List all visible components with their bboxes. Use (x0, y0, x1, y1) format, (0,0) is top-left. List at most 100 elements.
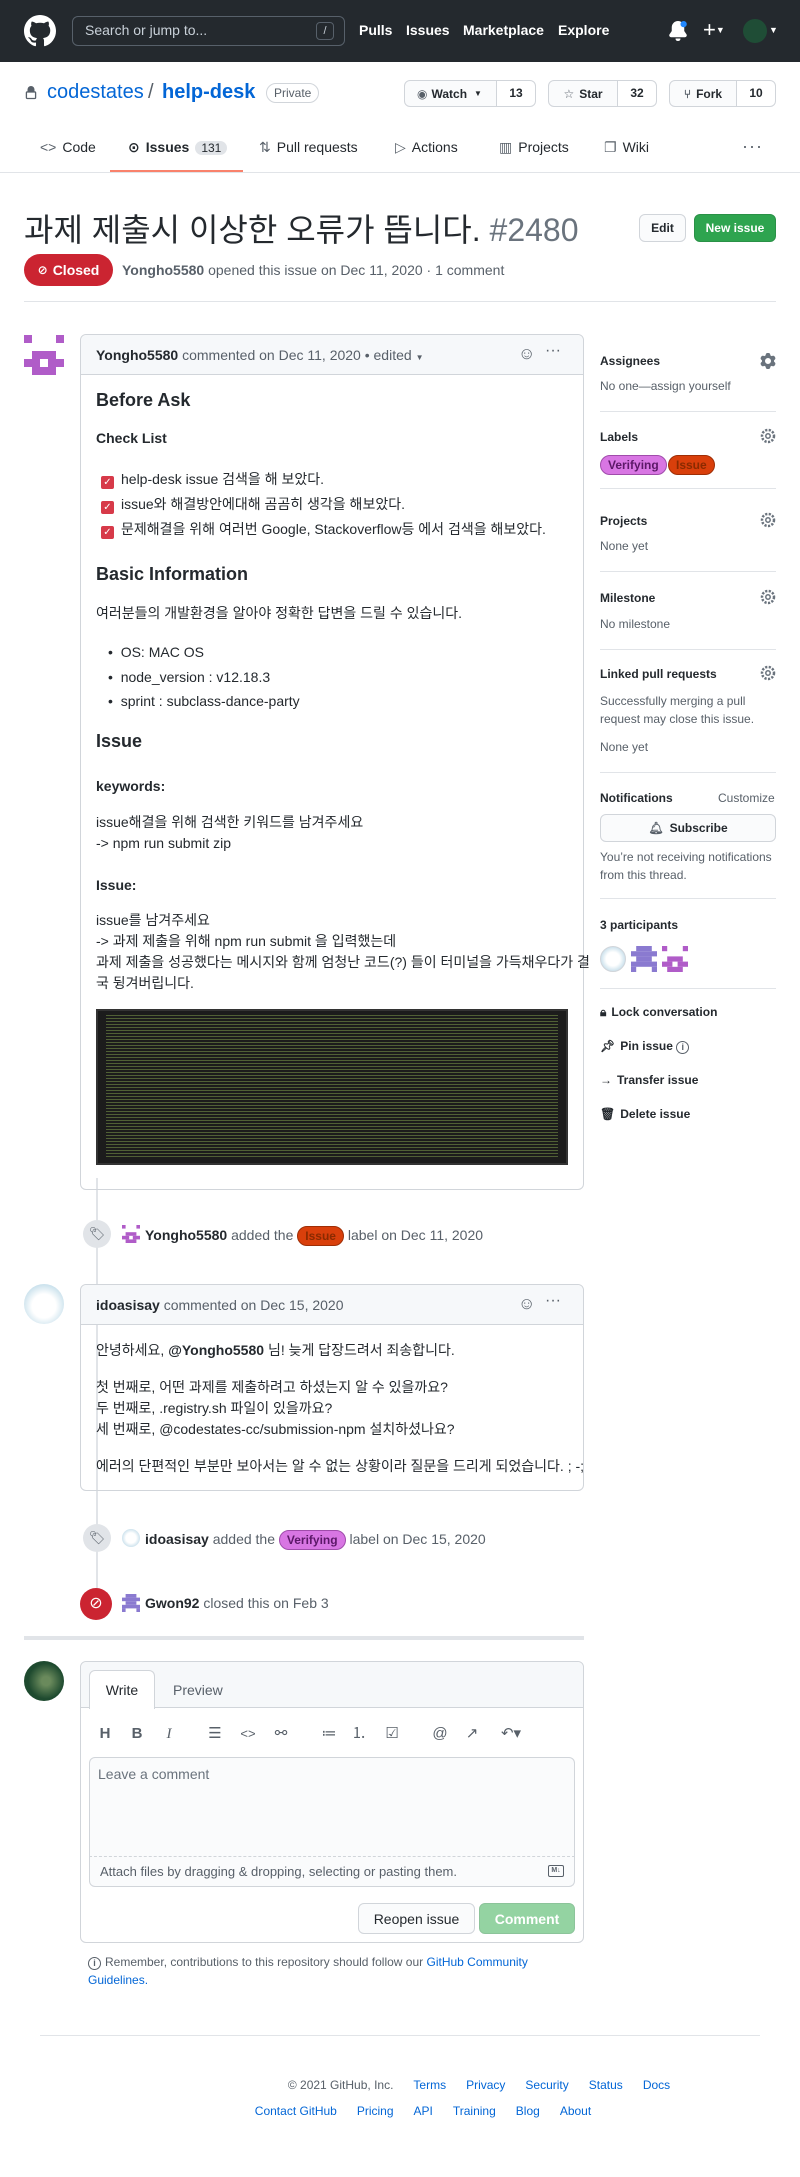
comment-submit-button[interactable]: Comment (479, 1903, 575, 1934)
footer-link-privacy[interactable]: Privacy (466, 2078, 505, 2092)
star-button[interactable]: ☆ Star (548, 80, 618, 107)
watch-count[interactable]: 13 (496, 80, 536, 107)
actor-avatar-yongho[interactable] (122, 1225, 140, 1243)
notification-bell-icon[interactable] (668, 21, 688, 41)
reopen-issue-button[interactable]: Reopen issue (358, 1903, 475, 1934)
sidebar-label-issue[interactable]: Issue (668, 455, 715, 475)
github-logo-icon[interactable] (24, 15, 56, 47)
sidebar-label-verifying[interactable]: Verifying (600, 455, 667, 475)
edit-title-button[interactable]: Edit (639, 214, 686, 242)
community-guidelines-link[interactable]: GitHub Community (427, 1955, 528, 1969)
tab-pull-requests[interactable]: ⇅ Pull requests (259, 139, 358, 156)
checkbox-checked-icon: ✓ (101, 501, 114, 514)
nav-marketplace[interactable]: Marketplace (463, 22, 544, 38)
gear-icon[interactable] (760, 428, 776, 444)
heading-icon[interactable]: H (96, 1725, 114, 1743)
comment-2-author[interactable]: idoasisay (96, 1297, 160, 1313)
repo-owner-link[interactable]: codestates (47, 81, 144, 104)
assignees-value[interactable]: No one—assign yourself (600, 379, 731, 393)
gear-icon[interactable] (760, 353, 776, 369)
participant-avatar[interactable] (662, 946, 688, 972)
tab-wiki[interactable]: ❐ Wiki (604, 139, 649, 156)
cross-reference-icon[interactable]: ↗ (463, 1725, 481, 1743)
mention-link[interactable]: @Yongho5580 (168, 1342, 264, 1358)
bullet-list-icon[interactable]: ≔ (320, 1725, 338, 1743)
issue-author-link[interactable]: Yongho5580 (122, 262, 204, 278)
footer-link-about[interactable]: About (560, 2104, 591, 2118)
add-reaction-icon[interactable]: ☺ (518, 344, 535, 364)
sidebar-linked-prs-title[interactable]: Linked pull requests (600, 667, 717, 681)
gear-icon[interactable] (760, 589, 776, 605)
comment-options-icon[interactable]: ··· (545, 1292, 561, 1310)
tab-preview[interactable]: Preview (173, 1682, 223, 1698)
footer-link-pricing[interactable]: Pricing (357, 2104, 394, 2118)
attach-files-bar[interactable]: Attach files by dragging & dropping, sel… (89, 1857, 575, 1887)
footer-link-blog[interactable]: Blog (516, 2104, 540, 2118)
sidebar-divider (600, 488, 776, 489)
mention-icon[interactable]: @ (431, 1725, 449, 1743)
nav-pulls[interactable]: Pulls (359, 22, 392, 38)
label-issue[interactable]: Issue (297, 1226, 344, 1246)
sidebar-assignees-title[interactable]: Assignees (600, 354, 660, 368)
tab-code[interactable]: <> Code (40, 139, 96, 155)
participant-avatar[interactable] (631, 946, 657, 972)
add-reaction-icon[interactable]: ☺ (518, 1294, 535, 1314)
lock-conversation-link[interactable]: 🔒︎ Lock conversation (600, 1005, 717, 1020)
user-avatar-menu[interactable] (743, 19, 767, 43)
avatar-dropdown-caret-icon[interactable]: ▼ (769, 25, 778, 35)
comment-1-author[interactable]: Yongho5580 (96, 347, 178, 363)
footer-link-api[interactable]: API (414, 2104, 433, 2118)
participant-avatar[interactable] (600, 946, 626, 972)
footer-link-status[interactable]: Status (589, 2078, 623, 2092)
footer-link-security[interactable]: Security (525, 2078, 568, 2092)
more-tabs-icon[interactable]: ··· (742, 136, 763, 157)
nav-issues[interactable]: Issues (406, 22, 450, 38)
footer-link-docs[interactable]: Docs (643, 2078, 670, 2092)
footer-link-terms[interactable]: Terms (413, 2078, 446, 2092)
subscribe-button[interactable]: 🔔︎ Subscribe (600, 814, 776, 842)
edited-dropdown-icon[interactable]: ▼ (416, 353, 424, 362)
numbered-list-icon[interactable]: ⒈ (350, 1725, 368, 1743)
italic-icon[interactable]: I (160, 1725, 178, 1743)
code-icon[interactable]: <> (239, 1725, 257, 1743)
current-user-avatar[interactable] (24, 1661, 64, 1701)
star-count[interactable]: 32 (617, 80, 657, 107)
delete-issue-link[interactable]: 🗑︎ Delete issue (600, 1107, 690, 1121)
sidebar-labels-title[interactable]: Labels (600, 430, 638, 444)
label-verifying[interactable]: Verifying (278, 1530, 346, 1550)
markdown-icon[interactable]: M↓ (548, 1865, 564, 1877)
terminal-screenshot-image[interactable] (96, 1009, 568, 1165)
repo-name-link[interactable]: help-desk (162, 81, 255, 104)
pin-issue-link[interactable]: 📌︎ Pin issue i (600, 1039, 690, 1054)
fork-count[interactable]: 10 (736, 80, 776, 107)
gear-icon[interactable] (760, 665, 776, 681)
footer-link-training[interactable]: Training (453, 2104, 496, 2118)
footer-link-contact[interactable]: Contact GitHub (255, 2104, 337, 2118)
nav-explore[interactable]: Explore (558, 22, 609, 38)
author-avatar-idoasisay[interactable] (24, 1284, 64, 1324)
community-guidelines-link-2[interactable]: Guidelines. (88, 1973, 148, 1987)
bold-icon[interactable]: B (128, 1725, 146, 1743)
task-list-icon[interactable]: ☑ (383, 1725, 401, 1743)
new-issue-button[interactable]: New issue (694, 214, 776, 242)
comment-options-icon[interactable]: ··· (545, 342, 561, 360)
tab-actions[interactable]: ▷ Actions (395, 139, 458, 156)
create-new-icon[interactable]: +▼ (703, 17, 725, 43)
tab-issues[interactable]: ⊙ Issues 131 (128, 139, 228, 156)
sidebar-projects-title[interactable]: Projects (600, 514, 647, 528)
customize-notifications-link[interactable]: Customize (718, 791, 775, 805)
saved-replies-icon[interactable]: ↶▾ (496, 1725, 526, 1743)
quote-icon[interactable]: ☰ (206, 1725, 224, 1743)
actor-avatar-gwon[interactable] (122, 1594, 140, 1612)
watch-button[interactable]: ◉ Watch ▼ (404, 80, 497, 107)
author-avatar-yongho[interactable] (24, 335, 64, 375)
actor-avatar-idoasisay[interactable] (122, 1529, 140, 1547)
fork-button[interactable]: ⑂ Fork (669, 80, 737, 107)
comment-textarea[interactable]: Leave a comment (89, 1757, 575, 1857)
sidebar-milestone-title[interactable]: Milestone (600, 591, 655, 605)
transfer-issue-link[interactable]: → Transfer issue (600, 1073, 698, 1087)
tab-projects[interactable]: ▥ Projects (499, 139, 569, 156)
gear-icon[interactable] (760, 512, 776, 528)
tab-write[interactable]: Write (89, 1670, 155, 1709)
link-icon[interactable]: ⚯ (272, 1725, 290, 1743)
